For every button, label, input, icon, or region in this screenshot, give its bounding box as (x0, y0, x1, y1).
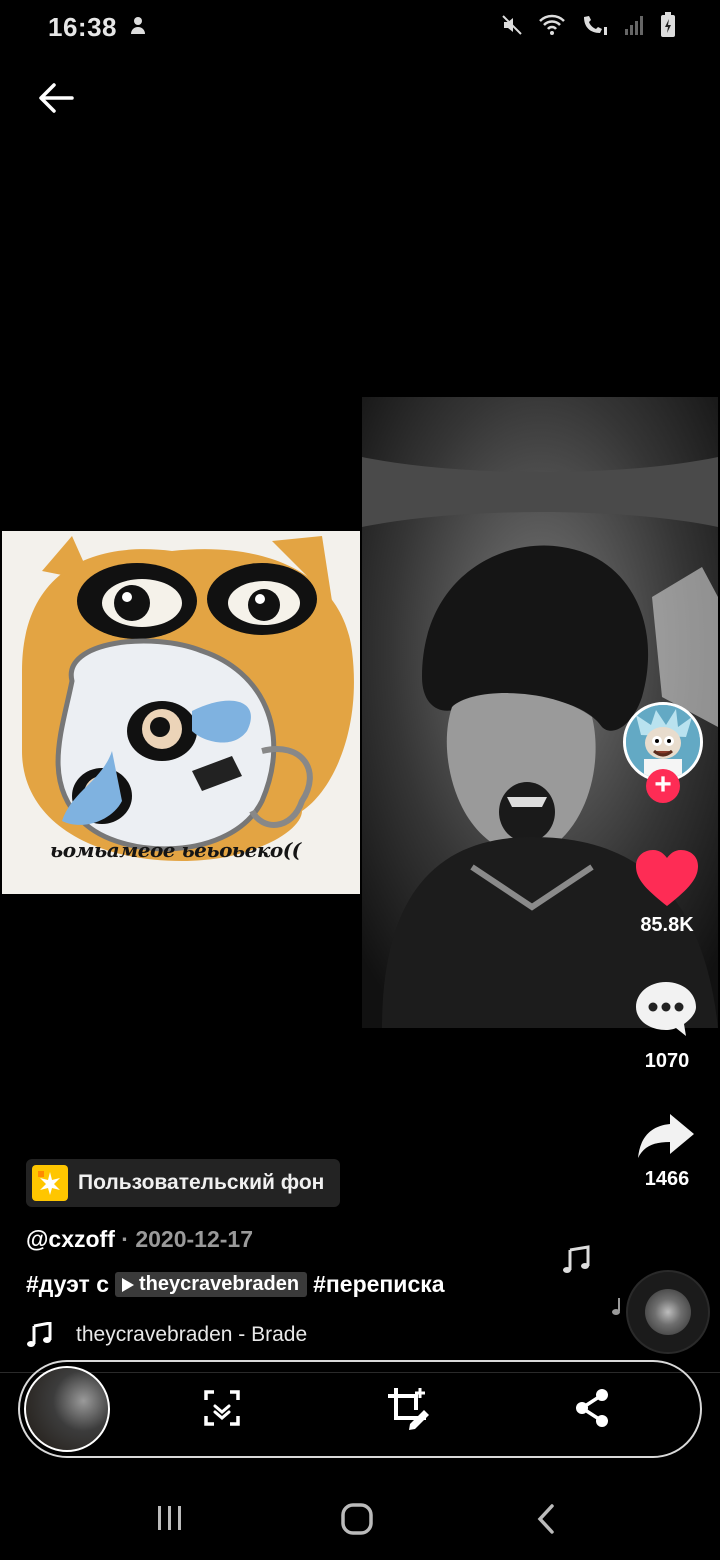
comment-icon[interactable] (634, 978, 698, 1038)
like-count: 85.8K (640, 914, 694, 936)
author-handle[interactable]: @cxzoff (26, 1226, 115, 1252)
follow-button[interactable]: + (646, 769, 680, 803)
music-disc[interactable] (626, 1270, 710, 1354)
back-arrow-icon[interactable] (34, 76, 78, 120)
duet-user-chip[interactable]: theycravebraden (115, 1272, 308, 1297)
home-icon[interactable] (338, 1500, 376, 1538)
hashtag-2[interactable]: #переписка (313, 1271, 444, 1298)
post-date: · 2020-12-17 (121, 1226, 253, 1252)
video-thumbnail[interactable] (24, 1366, 110, 1452)
effect-label: Пользовательский фон (78, 1171, 325, 1194)
disc-cover (645, 1289, 691, 1335)
crop-edit-icon[interactable] (384, 1384, 432, 1432)
notification-icon (131, 17, 145, 34)
status-time: 16:38 (48, 12, 117, 42)
recent-apps-icon[interactable] (152, 1500, 188, 1536)
share-count: 1466 (644, 1168, 690, 1190)
status-icons (500, 12, 676, 38)
signal-icon (625, 16, 643, 35)
music-note-icon (27, 1322, 52, 1347)
effect-icon (32, 1165, 68, 1201)
hashtag-duet[interactable]: #дуэт с (26, 1271, 109, 1298)
music-row[interactable]: theycravebraden - Brade (26, 1322, 307, 1348)
nav-back-icon[interactable] (532, 1500, 560, 1538)
comment-count: 1070 (644, 1050, 690, 1072)
effect-chip[interactable]: Пользовательский фон (26, 1159, 341, 1207)
music-title: theycravebraden - Brade (76, 1323, 308, 1346)
call-icon (584, 16, 607, 35)
author-line: @cxzoff · 2020-12-17 (26, 1226, 253, 1253)
sticker-caption: ьомьамеое ьеьоьеко(( (50, 838, 301, 862)
floating-note-icon-small (612, 1298, 620, 1315)
wifi-icon (539, 14, 565, 35)
play-icon (122, 1277, 135, 1292)
floating-note-icon (563, 1245, 590, 1273)
battery-icon (661, 12, 675, 37)
share-icon[interactable] (636, 1112, 696, 1160)
duet-user: theycravebraden (139, 1273, 300, 1295)
caption-hashtags: #дуэт с theycravebraden #переписка (26, 1271, 445, 1298)
scan-icon[interactable] (198, 1384, 246, 1432)
heart-icon[interactable] (634, 848, 700, 908)
share-node-icon[interactable] (568, 1384, 616, 1432)
mute-icon (502, 15, 522, 35)
